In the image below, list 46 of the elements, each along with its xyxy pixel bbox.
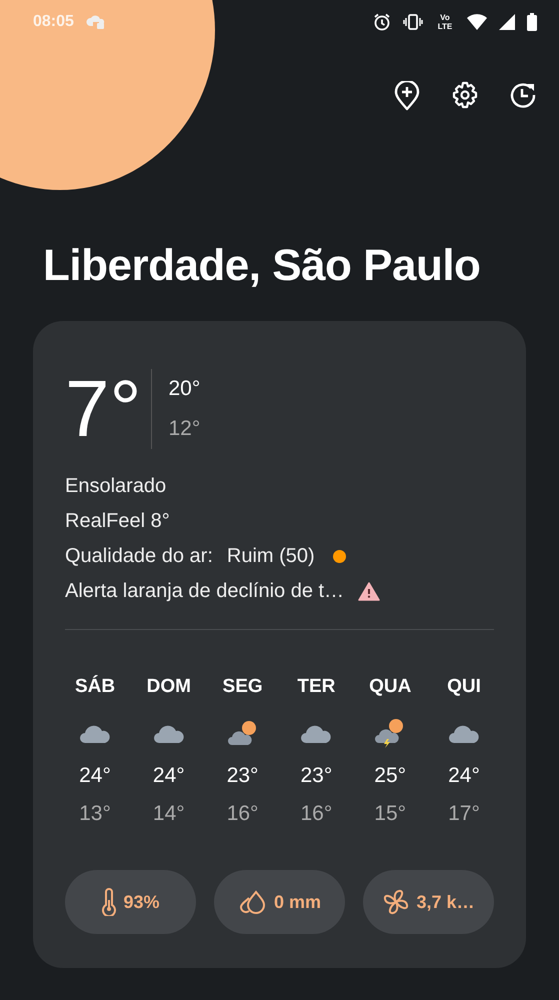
status-time: 08:05: [33, 13, 74, 31]
day-low: 16°: [226, 802, 258, 826]
day-low: 15°: [374, 802, 406, 826]
detail-chip[interactable]: 3,7 k…: [363, 870, 494, 934]
alert-text[interactable]: Alerta laranja de declínio de t…: [65, 580, 344, 603]
alarm-icon: [373, 13, 391, 31]
location-title: Liberdade, São Paulo: [43, 241, 482, 291]
day-high: 25°: [374, 764, 406, 788]
fan-icon: [382, 888, 410, 916]
detail-chip[interactable]: 0 mm: [214, 870, 345, 934]
cloud-app-icon: [86, 14, 106, 30]
day-high: 23°: [300, 764, 332, 788]
day-high: 24°: [152, 764, 185, 788]
drops-icon: [238, 890, 268, 914]
detail-chip[interactable]: 93%: [65, 870, 196, 934]
day-name: TER: [297, 676, 336, 699]
day-name: QUA: [369, 676, 412, 699]
day-high: 24°: [448, 764, 480, 788]
realfeel-text: RealFeel 8°: [65, 510, 171, 533]
wifi-icon: [467, 14, 487, 30]
vibrate-icon: [403, 13, 423, 31]
day-name: SEG: [222, 676, 263, 699]
air-quality-value: Ruim (50): [226, 545, 315, 568]
signal-icon: [499, 14, 515, 30]
day-name: QUI: [447, 676, 481, 699]
low-temperature: 12°: [168, 417, 200, 441]
current-temperature: 7°: [65, 369, 152, 449]
day-low: 16°: [300, 802, 332, 826]
day-low: 13°: [79, 802, 111, 826]
day-low: 14°: [152, 802, 185, 826]
condition-text: Ensolarado: [65, 475, 168, 498]
day-high: 24°: [79, 764, 111, 788]
air-quality-label: Qualidade do ar:: [65, 545, 213, 568]
day-name: DOM: [146, 676, 191, 699]
warning-icon: [358, 582, 380, 601]
battery-icon: [527, 13, 537, 31]
history-icon[interactable]: [509, 81, 537, 109]
add-location-icon[interactable]: [393, 81, 421, 111]
high-temperature: 20°: [168, 377, 200, 401]
settings-icon[interactable]: [451, 81, 479, 109]
day-low: 17°: [448, 802, 480, 826]
thermometer-icon: [101, 888, 118, 916]
day-high: 23°: [226, 764, 258, 788]
network-label: Vo LTE: [436, 13, 454, 31]
day-name: SÁB: [74, 676, 116, 699]
partly-cloudy-icon: [226, 718, 259, 748]
